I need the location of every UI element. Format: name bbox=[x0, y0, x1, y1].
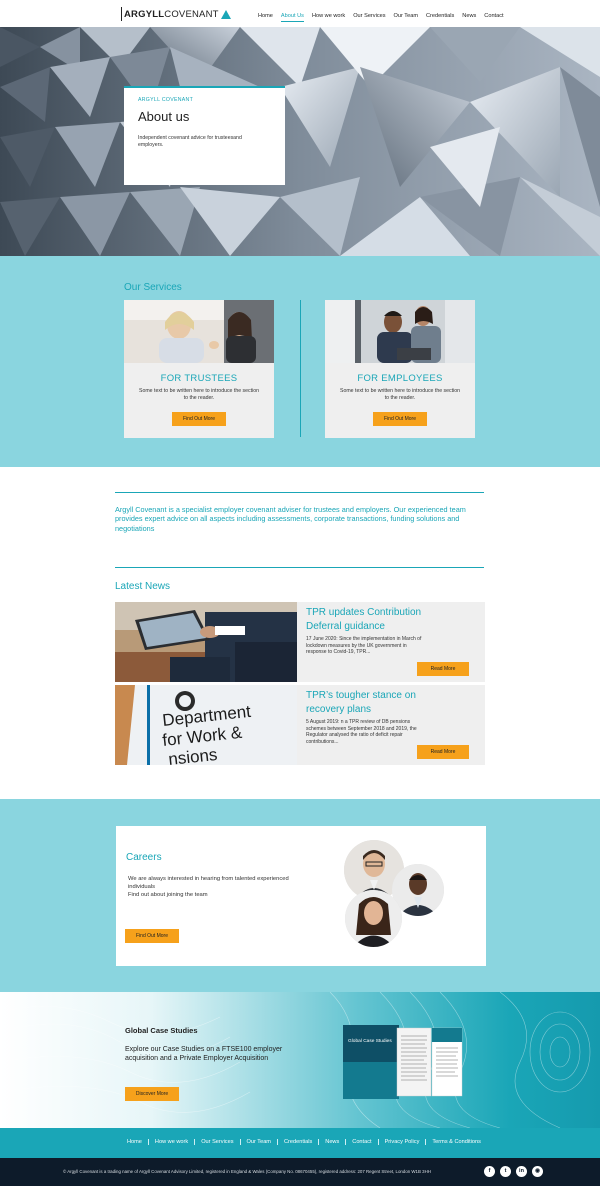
footer-link-contact[interactable]: Contact bbox=[352, 1139, 371, 1145]
careers-text-line: Find out about joining the team bbox=[128, 891, 208, 898]
news-item: Department for Work & nsions TPR’s tough… bbox=[115, 685, 485, 765]
hero-subtitle: Independent covenant advice for trustees… bbox=[138, 135, 242, 148]
careers-card: Careers We are always interested in hear… bbox=[116, 826, 486, 966]
rss-icon[interactable]: ◉ bbox=[532, 1166, 543, 1177]
case-studies-section: Global Case Studies Explore our Case Stu… bbox=[0, 992, 600, 1128]
footer-link-privacy-policy[interactable]: Privacy Policy bbox=[385, 1139, 420, 1145]
service-card-text: Some text to be written here to introduc… bbox=[139, 388, 259, 401]
nav-home[interactable]: Home bbox=[258, 13, 273, 22]
hero-banner: ARGYLL COVENANT About us Independent cov… bbox=[0, 27, 600, 256]
footer-link-credentials[interactable]: Credentials bbox=[284, 1139, 312, 1145]
careers-text: We are always interested in hearing from… bbox=[128, 876, 298, 899]
news-excerpt: 5 August 2019: n a TPR review of DB pens… bbox=[306, 719, 417, 745]
careers-title: Careers bbox=[126, 852, 162, 863]
news-headline[interactable]: TPR’s tougher stance on recovery plans bbox=[306, 689, 446, 717]
services-section: Our Services FOR TRUSTEES Some text to b… bbox=[0, 256, 600, 467]
linkedin-icon[interactable]: in bbox=[516, 1166, 527, 1177]
footer-separator bbox=[276, 1139, 278, 1145]
hero-eyebrow: ARGYLL COVENANT bbox=[138, 97, 194, 103]
footer-links: Home How we work Our Services Our Team C… bbox=[127, 1139, 481, 1145]
footer-separator bbox=[194, 1139, 196, 1145]
service-card-title: FOR EMPLOYEES bbox=[357, 373, 443, 384]
about-top-divider bbox=[115, 492, 484, 493]
footer-link-how-we-work[interactable]: How we work bbox=[155, 1139, 188, 1145]
service-card-trustees: FOR TRUSTEES Some text to be written her… bbox=[124, 300, 274, 438]
main-nav: Home About Us How we work Our Services O… bbox=[258, 13, 504, 22]
nav-how-we-work[interactable]: How we work bbox=[312, 13, 345, 22]
footer-separator bbox=[147, 1139, 149, 1145]
news-photo-dwp-letter: Department for Work & nsions bbox=[115, 685, 297, 765]
case-study-brochure-image: Global Case Studies bbox=[343, 1025, 463, 1099]
page-title: About us bbox=[138, 109, 190, 124]
about-bottom-divider bbox=[115, 567, 484, 568]
nav-about-us[interactable]: About Us bbox=[280, 13, 304, 22]
brochure-cover-title: Global Case Studies bbox=[348, 1038, 392, 1044]
legal-notice: © Argyll Covenant is a trading name of A… bbox=[63, 1169, 431, 1174]
social-links: f t in ◉ bbox=[484, 1166, 543, 1177]
logo-word-thin: COVENANT bbox=[164, 8, 219, 20]
read-more-button[interactable]: Read More bbox=[417, 662, 469, 676]
employees-photo bbox=[325, 300, 475, 363]
news-excerpt: 17 June 2020: Since the implementation i… bbox=[306, 636, 422, 656]
footer-link-our-team[interactable]: Our Team bbox=[247, 1139, 271, 1145]
careers-find-out-more-button[interactable]: Find Out More bbox=[125, 929, 179, 943]
services-divider bbox=[300, 300, 301, 437]
careers-text-line: We are always interested in hearing from… bbox=[128, 876, 289, 890]
footer-link-our-services[interactable]: Our Services bbox=[201, 1139, 233, 1145]
footer-separator bbox=[318, 1139, 320, 1145]
service-card-text: Some text to be written here to introduc… bbox=[340, 388, 460, 401]
team-member-avatar bbox=[345, 890, 402, 947]
facebook-icon[interactable]: f bbox=[484, 1166, 495, 1177]
employees-find-out-more-button[interactable]: Find Out More bbox=[373, 412, 427, 426]
read-more-button[interactable]: Read More bbox=[417, 745, 469, 759]
case-studies-title: Global Case Studies bbox=[125, 1026, 198, 1035]
logo-triangle-icon bbox=[220, 9, 231, 19]
footer-link-home[interactable]: Home bbox=[127, 1139, 142, 1145]
footer-nav: Home How we work Our Services Our Team C… bbox=[0, 1128, 600, 1158]
nav-credentials[interactable]: Credentials bbox=[426, 13, 454, 22]
service-card-employees: FOR EMPLOYEES Some text to be written he… bbox=[325, 300, 475, 438]
footer-link-terms[interactable]: Terms & Conditions bbox=[432, 1139, 481, 1145]
site-header: ARGYLLCOVENANT Home About Us How we work… bbox=[0, 0, 600, 27]
footer-separator bbox=[425, 1139, 427, 1145]
twitter-icon[interactable]: t bbox=[500, 1166, 511, 1177]
logo-word-bold: ARGYLL bbox=[124, 8, 165, 20]
news-title: Latest News bbox=[115, 581, 171, 592]
nav-contact[interactable]: Contact bbox=[484, 13, 503, 22]
footer-separator bbox=[377, 1139, 379, 1145]
legal-bar: © Argyll Covenant is a trading name of A… bbox=[0, 1158, 600, 1186]
nav-our-services[interactable]: Our Services bbox=[353, 13, 385, 22]
news-headline[interactable]: TPR updates Contribution Deferral guidan… bbox=[306, 606, 446, 634]
services-title: Our Services bbox=[124, 282, 182, 293]
hero-card: ARGYLL COVENANT About us Independent cov… bbox=[124, 86, 285, 185]
trustees-find-out-more-button[interactable]: Find Out More bbox=[172, 412, 226, 426]
footer-link-news[interactable]: News bbox=[325, 1139, 339, 1145]
news-photo-tablet bbox=[115, 602, 297, 682]
hero-triangle-wall-image bbox=[0, 27, 600, 256]
service-card-title: FOR TRUSTEES bbox=[160, 373, 238, 384]
about-intro-text: Argyll Covenant is a specialist employer… bbox=[115, 505, 466, 533]
nav-our-team[interactable]: Our Team bbox=[394, 13, 418, 22]
trustees-photo bbox=[124, 300, 274, 363]
footer-separator bbox=[345, 1139, 347, 1145]
case-studies-text: Explore our Case Studies on a FTSE100 em… bbox=[125, 1046, 283, 1062]
news-item: TPR updates Contribution Deferral guidan… bbox=[115, 602, 485, 682]
discover-more-button[interactable]: Discover More bbox=[125, 1087, 179, 1101]
nav-news[interactable]: News bbox=[462, 13, 476, 22]
site-logo[interactable]: ARGYLLCOVENANT bbox=[121, 7, 231, 21]
footer-separator bbox=[239, 1139, 241, 1145]
